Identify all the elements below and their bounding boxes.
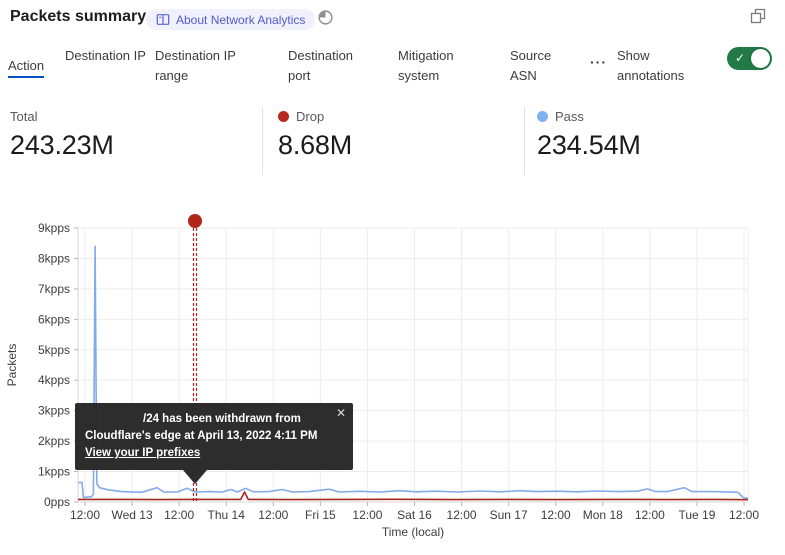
tooltip-caret <box>183 470 207 484</box>
y-axis-title: Packets <box>5 344 19 387</box>
book-icon <box>156 13 170 26</box>
y-tick-label: 3kpps <box>38 404 70 418</box>
page-title: Packets summary <box>10 8 146 26</box>
stat-drop-label: Drop <box>296 109 324 124</box>
pass-legend-dot <box>537 111 548 122</box>
y-tick-label: 1kpps <box>38 465 70 479</box>
x-tick-label: 12:00 <box>635 508 665 522</box>
tooltip-line2: Cloudflare's edge at April 13, 2022 4:11… <box>85 428 343 445</box>
tooltip-line1: /24 has been withdrawn from <box>143 413 301 425</box>
about-badge-label: About Network Analytics <box>176 13 305 27</box>
tab-source-asn[interactable]: Source ASN <box>510 46 570 86</box>
y-tick-label: 8kpps <box>38 251 70 265</box>
toggle-knob <box>751 49 770 68</box>
x-tick-label: 12:00 <box>447 508 477 522</box>
stats-divider <box>524 107 525 175</box>
y-tick-label: 0pps <box>44 495 70 509</box>
stat-drop: Drop 8.68M <box>278 108 352 161</box>
stat-pass: Pass 234.54M <box>537 108 641 161</box>
popout-icon[interactable] <box>749 8 767 26</box>
x-tick-label: Thu 14 <box>208 508 246 522</box>
stat-total-label: Total <box>10 109 37 124</box>
view-ip-prefixes-link[interactable]: View your IP prefixes <box>85 447 200 459</box>
annotation-marker <box>188 214 202 228</box>
stats-divider <box>262 107 263 175</box>
y-tick-label: 9kpps <box>38 221 70 235</box>
stat-pass-label: Pass <box>555 109 584 124</box>
stat-total: Total 243.23M <box>10 108 114 161</box>
x-tick-label: Sun 17 <box>490 508 528 522</box>
tab-destination-port[interactable]: Destination port <box>288 46 376 86</box>
about-network-analytics-link[interactable]: About Network Analytics <box>146 9 315 30</box>
x-tick-label: 12:00 <box>70 508 100 522</box>
y-tick-label: 6kpps <box>38 312 70 326</box>
tab-destination-ip-range[interactable]: Destination IP range <box>155 46 267 86</box>
tab-mitigation-system[interactable]: Mitigation system <box>398 46 482 86</box>
annotation-tooltip: ✕ /24 has been withdrawn from Cloudflare… <box>75 403 353 470</box>
packets-summary-panel: { "header": { "title": "Packets summary"… <box>0 0 785 555</box>
x-tick-label: Tue 19 <box>678 508 715 522</box>
x-tick-label: 12:00 <box>352 508 382 522</box>
packets-chart[interactable]: 0pps 1kpps 2kpps 3kpps 4kpps 5kpps 6kpps 7kpps 8… <box>0 200 785 555</box>
y-tick-label: 7kpps <box>38 282 70 296</box>
x-axis-title: Time (local) <box>382 525 444 539</box>
y-tick-label: 5kpps <box>38 343 70 357</box>
x-tick-label: Sat 16 <box>397 508 432 522</box>
show-annotations-label: Show annotations <box>617 46 713 86</box>
x-tick-label: 12:00 <box>164 508 194 522</box>
stat-drop-value: 8.68M <box>278 130 352 161</box>
x-tick-label: 12:00 <box>541 508 571 522</box>
show-annotations-toggle[interactable]: ✓ <box>727 47 772 70</box>
x-tick-label: Mon 18 <box>583 508 623 522</box>
y-tick-label: 2kpps <box>38 434 70 448</box>
x-tick-label: Fri 15 <box>305 508 336 522</box>
tab-destination-ip[interactable]: Destination IP <box>65 46 147 66</box>
more-tabs-button[interactable]: ··· <box>590 54 607 70</box>
tab-action[interactable]: Action <box>8 56 44 76</box>
checkmark-icon: ✓ <box>735 50 745 66</box>
stat-pass-value: 234.54M <box>537 130 641 161</box>
x-tick-label: Wed 13 <box>112 508 153 522</box>
close-icon[interactable]: ✕ <box>336 406 346 420</box>
drop-legend-dot <box>278 111 289 122</box>
series-drop <box>78 492 748 500</box>
x-tick-label: 12:00 <box>258 508 288 522</box>
y-tick-label: 4kpps <box>38 373 70 387</box>
stat-total-value: 243.23M <box>10 130 114 161</box>
x-tick-label: 12:00 <box>729 508 759 522</box>
time-range-icon[interactable] <box>316 9 334 27</box>
